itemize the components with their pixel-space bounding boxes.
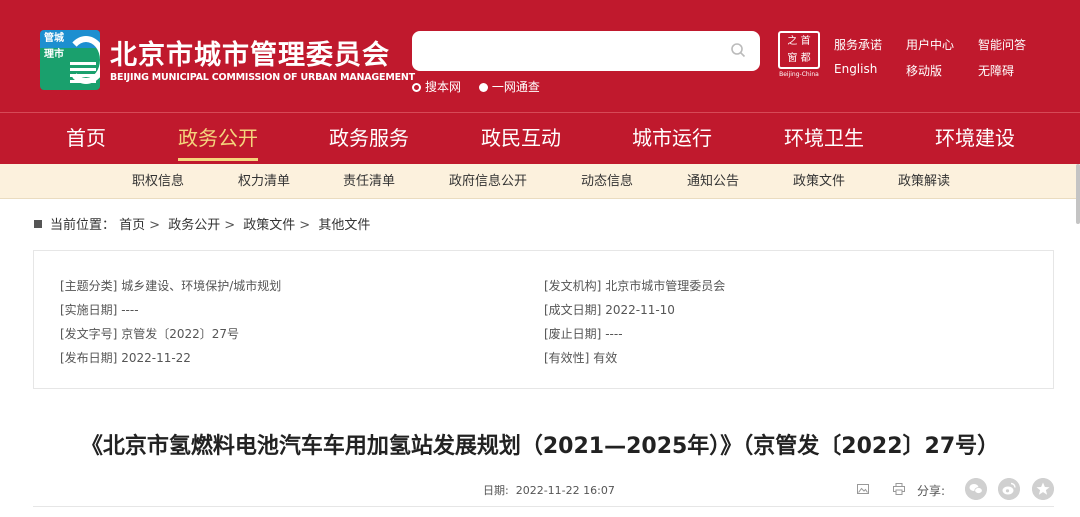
divider	[33, 506, 1054, 507]
seal-char: 都	[800, 53, 811, 64]
article-date: 日期: 2022-11-22 16:07	[483, 482, 615, 498]
meta-value: ----	[121, 303, 139, 317]
meta-key: [主题分类]	[60, 279, 118, 293]
nav-env-construction[interactable]: 环境建设	[935, 113, 1015, 165]
meta-key: [发文字号]	[60, 327, 118, 341]
subnav-policy-docs[interactable]: 政策文件	[793, 164, 845, 199]
link-accessibility[interactable]: 无障碍	[978, 62, 1014, 79]
meta-publish-date: [发布日期] 2022-11-22	[60, 349, 191, 366]
nav-home[interactable]: 首页	[66, 113, 106, 165]
link-mobile[interactable]: 移动版	[906, 62, 942, 79]
seal-en: Beijing-China	[779, 71, 819, 78]
meta-key: [发布日期]	[60, 351, 118, 365]
breadcrumb-separator: >	[149, 218, 161, 233]
link-service-promise[interactable]: 服务承诺	[834, 36, 882, 53]
search-icon[interactable]	[730, 42, 746, 58]
article-title: 《北京市氢燃料电池汽车车用加氢站发展规划（2021—2025年）》（京管发〔20…	[80, 434, 1000, 459]
share-label: 分享:	[917, 484, 946, 498]
breadcrumb-policy-docs[interactable]: 政策文件	[243, 218, 295, 233]
meta-key: [实施日期]	[60, 303, 118, 317]
subnav-responsibility-list[interactable]: 责任清单	[343, 164, 395, 199]
subnav-gov-info-open[interactable]: 政府信息公开	[449, 164, 527, 199]
site-logo[interactable]: 管城 理市	[40, 30, 100, 90]
meta-doc-number: [发文字号] 京管发〔2022〕27号	[60, 325, 239, 342]
meta-topic: [主题分类] 城乡建设、环境保护/城市规划	[60, 277, 281, 294]
search-scope-all[interactable]: 一网通查	[478, 78, 540, 95]
sub-nav: 职权信息 权力清单 责任清单 政府信息公开 动态信息 通知公告 政策文件 政策解…	[0, 164, 1080, 199]
radio-unchecked-icon	[412, 83, 421, 92]
meta-value: 2022-11-10	[605, 303, 675, 317]
nav-gov-service[interactable]: 政务服务	[329, 113, 409, 165]
meta-value: 2022-11-22	[121, 351, 191, 365]
meta-key: [发文机构]	[544, 279, 602, 293]
org-title-en: BEIJING MUNICIPAL COMMISSION OF URBAN MA…	[110, 72, 415, 83]
link-smart-qa[interactable]: 智能问答	[978, 36, 1026, 53]
seal-char: 之	[787, 36, 798, 47]
seal-char: 窗	[787, 53, 798, 64]
document-metadata-box: [主题分类] 城乡建设、环境保护/城市规划 [实施日期] ---- [发文字号]…	[33, 250, 1054, 389]
link-english[interactable]: English	[834, 62, 877, 76]
meta-issuer: [发文机构] 北京市城市管理委员会	[544, 277, 725, 294]
link-user-center[interactable]: 用户中心	[906, 36, 954, 53]
breadcrumb-home[interactable]: 首页	[119, 218, 145, 233]
subnav-duty-info[interactable]: 职权信息	[132, 164, 184, 199]
weibo-icon[interactable]	[998, 478, 1020, 500]
meta-key: [有效性]	[544, 351, 590, 365]
subnav-policy-interpret[interactable]: 政策解读	[898, 164, 950, 199]
main-nav: 首页 政务公开 政务服务 政民互动 城市运行 环境卫生 环境建设	[0, 112, 1080, 164]
meta-value: 有效	[593, 351, 618, 365]
breadcrumb-gov-affairs[interactable]: 政务公开	[168, 218, 220, 233]
meta-key: [废止日期]	[544, 327, 602, 341]
favorite-icon[interactable]	[1032, 478, 1054, 500]
meta-value: ----	[605, 327, 623, 341]
breadcrumb-separator: >	[224, 218, 236, 233]
search-input[interactable]	[412, 31, 760, 71]
picture-icon[interactable]	[857, 483, 869, 495]
article-date-value: 2022-11-22 16:07	[515, 484, 615, 497]
nav-interaction[interactable]: 政民互动	[481, 113, 561, 165]
meta-value: 京管发〔2022〕27号	[121, 327, 240, 341]
subnav-dynamic-info[interactable]: 动态信息	[581, 164, 633, 199]
breadcrumb-label: 当前位置：	[50, 218, 116, 233]
org-title[interactable]: 北京市城市管理委员会	[110, 33, 390, 72]
meta-written-date: [成文日期] 2022-11-10	[544, 301, 675, 318]
breadcrumb: 当前位置： 首页 > 政务公开 > 政策文件 > 其他文件	[34, 214, 370, 233]
subnav-notices[interactable]: 通知公告	[687, 164, 739, 199]
search-scope-site-label: 搜本网	[425, 80, 462, 94]
meta-key: [成文日期]	[544, 303, 602, 317]
wechat-icon[interactable]	[965, 478, 987, 500]
subnav-power-list[interactable]: 权力清单	[238, 164, 290, 199]
meta-validity: [有效性] 有效	[544, 349, 617, 366]
nav-sanitation[interactable]: 环境卫生	[784, 113, 864, 165]
meta-value: 城乡建设、环境保护/城市规划	[121, 279, 282, 293]
search-scope-all-label: 一网通查	[491, 80, 540, 94]
location-icon	[34, 220, 42, 228]
radio-checked-icon	[478, 83, 488, 92]
nav-gov-affairs-open[interactable]: 政务公开	[178, 113, 258, 165]
breadcrumb-other-docs[interactable]: 其他文件	[318, 218, 370, 233]
nav-city-operation[interactable]: 城市运行	[632, 113, 712, 165]
print-icon[interactable]	[893, 483, 905, 495]
meta-effective-date: [实施日期] ----	[60, 301, 139, 318]
search-scope-site[interactable]: 搜本网	[412, 78, 461, 95]
logo-bars-icon	[70, 62, 96, 84]
capital-window-seal[interactable]: 之 首 窗 都 Beijing-China	[778, 31, 820, 78]
page-scrollbar[interactable]	[1076, 164, 1080, 224]
search-scope-options: 搜本网 一网通查	[412, 78, 554, 95]
seal-emblem: 之 首 窗 都	[778, 31, 820, 69]
site-header: 管城 理市 北京市城市管理委员会 BEIJING MUNICIPAL COMMI…	[0, 0, 1080, 112]
meta-value: 北京市城市管理委员会	[605, 279, 726, 293]
meta-repeal-date: [废止日期] ----	[544, 325, 623, 342]
breadcrumb-separator: >	[299, 218, 311, 233]
seal-char: 首	[800, 36, 811, 47]
article-date-label: 日期:	[483, 484, 509, 497]
